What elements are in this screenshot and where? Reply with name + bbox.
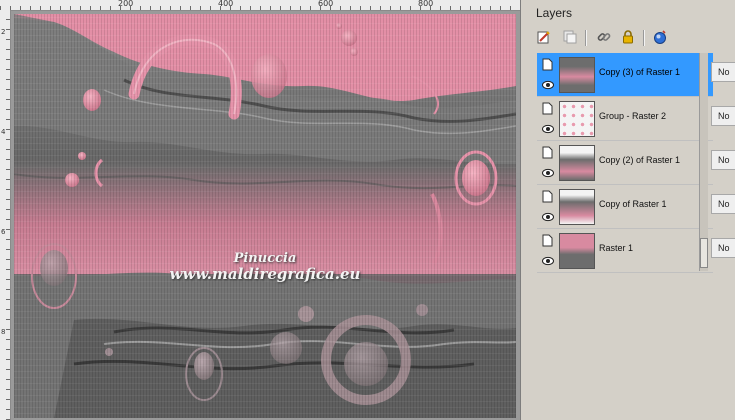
layer-row[interactable]: Raster 1 xyxy=(537,229,713,273)
raster-layer-icon xyxy=(542,102,553,115)
ruler-label: 400 xyxy=(218,0,234,8)
mask-icon[interactable] xyxy=(651,28,669,46)
image-workspace[interactable]: 200 400 600 800 2 4 6 8 Pinuccia www.mal… xyxy=(0,0,520,420)
layers-panel: Layers Copy (3) of Raster 1 Group - Rast… xyxy=(520,0,735,420)
scrollbar-thumb[interactable] xyxy=(700,238,708,268)
layer-row[interactable]: Copy of Raster 1 xyxy=(537,185,713,229)
toolbar-separator xyxy=(585,30,587,46)
eye-icon[interactable] xyxy=(542,124,554,134)
blend-mode-button[interactable]: No xyxy=(711,150,735,170)
eye-icon[interactable] xyxy=(542,212,554,222)
layer-visibility xyxy=(539,144,555,182)
toolbar-separator xyxy=(643,30,645,46)
eye-icon[interactable] xyxy=(542,168,554,178)
layer-thumbnail xyxy=(559,233,595,269)
layer-visibility xyxy=(539,100,555,138)
link-icon[interactable] xyxy=(595,28,613,46)
lock-icon[interactable] xyxy=(619,28,637,46)
ruler-label: 2 xyxy=(1,28,6,36)
blend-mode-button[interactable]: No xyxy=(711,238,735,258)
horizontal-ruler: 200 400 600 800 xyxy=(0,0,520,11)
layer-list: Copy (3) of Raster 1 Group - Raster 2 Co… xyxy=(537,53,713,273)
ruler-label: 800 xyxy=(418,0,434,8)
layer-row[interactable]: Copy (2) of Raster 1 xyxy=(537,141,713,185)
ruler-label: 600 xyxy=(318,0,334,8)
layer-visibility xyxy=(539,232,555,270)
layer-thumbnail xyxy=(559,189,595,225)
eye-icon[interactable] xyxy=(542,256,554,266)
ruler-label: 8 xyxy=(1,328,6,336)
layer-thumbnail xyxy=(559,101,595,137)
layer-name: Raster 1 xyxy=(599,243,634,253)
artwork xyxy=(14,14,516,418)
layer-name: Group - Raster 2 xyxy=(599,111,667,121)
raster-layer-icon xyxy=(542,190,553,203)
layer-list-scrollbar[interactable] xyxy=(699,53,708,271)
layer-name: Copy (2) of Raster 1 xyxy=(599,155,681,165)
raster-layer-icon xyxy=(542,146,553,159)
vertical-ruler: 2 4 6 8 xyxy=(0,10,11,420)
blend-mode-button[interactable]: No xyxy=(711,62,735,82)
panel-title: Layers xyxy=(536,6,573,20)
ruler-label: 4 xyxy=(1,128,6,136)
raster-layer-icon xyxy=(542,58,553,71)
ruler-label: 200 xyxy=(118,0,134,8)
new-layer-icon[interactable] xyxy=(535,28,553,46)
layer-row[interactable]: Group - Raster 2 xyxy=(537,97,713,141)
layer-row[interactable]: Copy (3) of Raster 1 xyxy=(537,53,713,97)
ruler-label: 6 xyxy=(1,228,6,236)
raster-layer-icon xyxy=(542,234,553,247)
layer-name: Copy (3) of Raster 1 xyxy=(599,67,681,77)
duplicate-layer-icon[interactable] xyxy=(561,28,579,46)
layer-visibility xyxy=(539,56,555,94)
image-canvas[interactable]: Pinuccia www.maldiregrafica.eu xyxy=(14,14,516,418)
layer-thumbnail xyxy=(559,57,595,93)
layer-visibility xyxy=(539,188,555,226)
blend-mode-button[interactable]: No xyxy=(711,106,735,126)
blend-mode-button[interactable]: No xyxy=(711,194,735,214)
eye-icon[interactable] xyxy=(542,80,554,90)
layer-thumbnail xyxy=(559,145,595,181)
layer-name: Copy of Raster 1 xyxy=(599,199,667,209)
